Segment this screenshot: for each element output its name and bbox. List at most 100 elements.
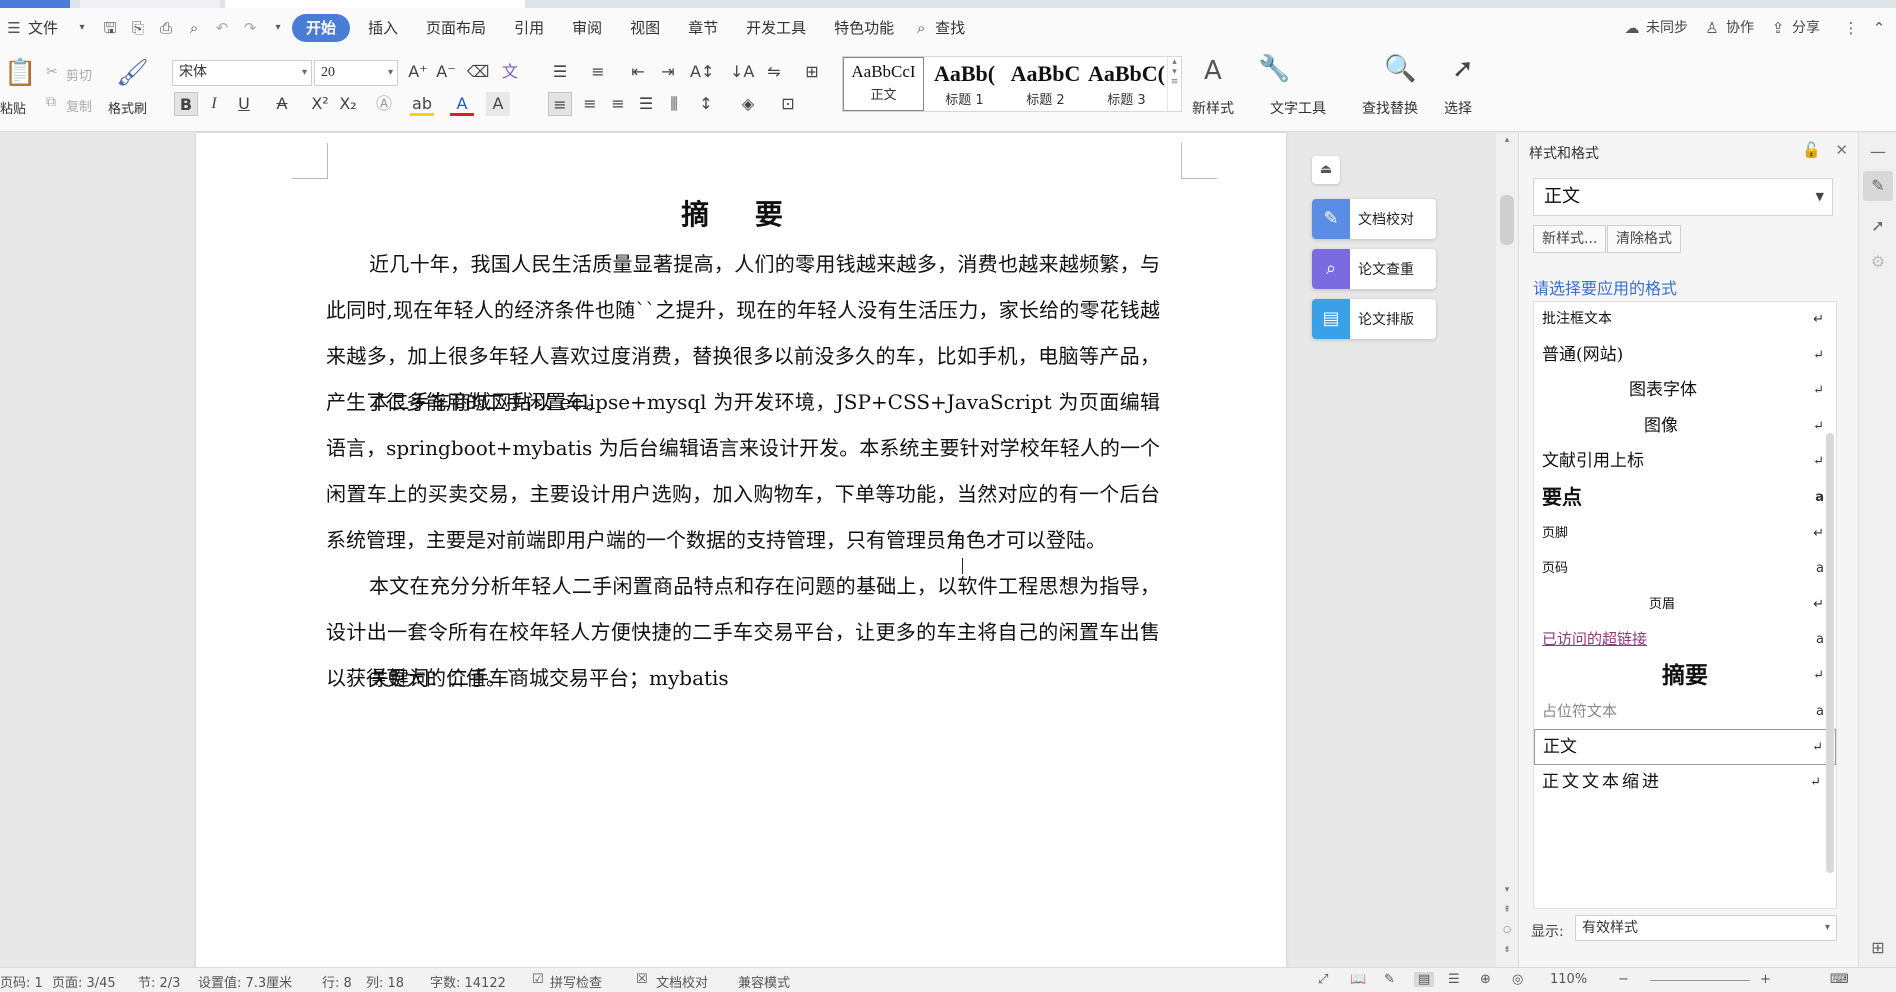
style-item[interactable]: 页脚 ↵ bbox=[1534, 516, 1836, 552]
borders-icon[interactable]: ⊡ bbox=[776, 92, 800, 116]
find-replace-icon[interactable]: 🔍 bbox=[1384, 54, 1416, 84]
lock-icon[interactable]: 🔓 bbox=[1802, 141, 1821, 159]
select-pointer-icon[interactable]: ➚ bbox=[1863, 211, 1893, 241]
page-number-status[interactable]: 页码: 1 bbox=[0, 972, 43, 991]
style-heading-1[interactable]: AaBb( 标题 1 bbox=[924, 57, 1005, 111]
style-item[interactable]: 图像 ↵ bbox=[1534, 409, 1836, 445]
tab-template[interactable] bbox=[80, 0, 220, 8]
print-preview-icon[interactable]: ⌕ bbox=[185, 19, 203, 37]
more-options-icon[interactable]: ⋮ bbox=[1842, 19, 1860, 37]
style-heading-3[interactable]: AaBbC( 标题 3 bbox=[1086, 57, 1167, 111]
justify-icon[interactable]: ☰ bbox=[634, 92, 658, 116]
export-pdf-icon[interactable]: ⎘ bbox=[129, 19, 147, 37]
tab-insert[interactable]: 插入 bbox=[358, 14, 408, 42]
abstract-paragraph-2[interactable]: 本二手车商城网站以 eclipse+mysql 为开发环境，JSP+CSS+Ja… bbox=[326, 379, 1160, 563]
customize-quick-access-icon[interactable]: ▾ bbox=[269, 19, 287, 37]
page-status[interactable]: 页面: 3/45 bbox=[52, 972, 116, 991]
next-page-icon[interactable]: ⇟ bbox=[1496, 945, 1518, 955]
sort-icon[interactable]: ↓A bbox=[730, 60, 754, 84]
show-filter-select[interactable]: 有效样式 ▾ bbox=[1575, 915, 1837, 941]
font-size-select[interactable]: 20 ▾ bbox=[314, 60, 398, 86]
style-item[interactable]: 占位符文本 a bbox=[1534, 694, 1836, 730]
tab-developer[interactable]: 开发工具 bbox=[736, 14, 816, 42]
tab-view[interactable]: 视图 bbox=[620, 14, 670, 42]
outline-view-icon[interactable]: ☰ bbox=[1448, 972, 1460, 987]
redo-icon[interactable]: ↷ bbox=[241, 19, 259, 37]
style-heading-2[interactable]: AaBbC 标题 2 bbox=[1005, 57, 1086, 111]
char-shading-icon[interactable]: A bbox=[486, 92, 510, 116]
tab-review[interactable]: 审阅 bbox=[562, 14, 612, 42]
line-spacing-icon[interactable]: ↕ bbox=[694, 92, 718, 116]
increase-indent-icon[interactable]: ⇥ bbox=[656, 60, 680, 84]
new-style-panel-button[interactable]: 新样式... bbox=[1533, 225, 1607, 253]
align-left-icon[interactable]: ≡ bbox=[548, 92, 572, 116]
close-icon[interactable]: ✕ bbox=[1835, 141, 1848, 159]
align-center-icon[interactable]: ≡ bbox=[578, 92, 602, 116]
copy-button[interactable]: 复制 bbox=[66, 96, 92, 115]
bullet-list-icon[interactable]: ☰ bbox=[548, 60, 572, 84]
font-name-select[interactable]: 宋体 ▾ bbox=[172, 60, 312, 86]
fullscreen-icon[interactable]: ⤢ bbox=[1318, 972, 1328, 987]
scissors-icon[interactable]: ✂ bbox=[46, 64, 58, 80]
tab-home[interactable] bbox=[0, 0, 70, 8]
style-item[interactable]: 普通(网站) ↵ bbox=[1534, 338, 1836, 374]
superscript-icon[interactable]: X² bbox=[308, 92, 332, 116]
tab-chapter[interactable]: 章节 bbox=[678, 14, 728, 42]
highlight-icon[interactable]: ab bbox=[410, 92, 434, 116]
copy-icon[interactable]: ⧉ bbox=[46, 94, 56, 110]
hamburger-menu-icon[interactable]: ☰ bbox=[5, 19, 23, 37]
text-direction-icon[interactable]: A↕ bbox=[690, 60, 714, 84]
paste-icon[interactable]: 📋 bbox=[4, 58, 36, 88]
format-painter-button[interactable]: 格式刷 bbox=[108, 98, 147, 117]
keywords-paragraph[interactable]: 关键词：二手车商城交易平台；mybatis bbox=[326, 655, 1160, 701]
read-mode-icon[interactable]: 📖 bbox=[1350, 972, 1366, 987]
grow-font-icon[interactable]: A⁺ bbox=[406, 60, 430, 84]
keyboard-layout-icon[interactable]: ⌨ bbox=[1830, 972, 1849, 987]
setting-value-status[interactable]: 设置值: 7.3厘米 bbox=[198, 972, 292, 991]
gallery-scroll[interactable]: ▴ ▾ ≡ bbox=[1167, 57, 1181, 111]
strikethrough-icon[interactable]: A bbox=[270, 92, 294, 116]
file-menu[interactable]: 文件 bbox=[28, 14, 68, 42]
eye-protection-icon[interactable]: ◎ bbox=[1512, 972, 1523, 987]
text-tools-button[interactable]: 文字工具 bbox=[1270, 98, 1326, 118]
style-item[interactable]: 图表字体 ↵ bbox=[1534, 373, 1836, 409]
table-icon[interactable]: ⊞ bbox=[800, 60, 824, 84]
subscript-icon[interactable]: X₂ bbox=[336, 92, 360, 116]
search-icon[interactable]: ⌕ bbox=[912, 19, 930, 37]
collapse-ribbon-icon[interactable]: ⌃ bbox=[1870, 19, 1888, 37]
panel-title[interactable]: 样式和格式 bbox=[1529, 143, 1599, 163]
plagiarism-check-button[interactable]: ⌕ 论文查重 bbox=[1312, 249, 1436, 289]
zoom-in-icon[interactable]: + bbox=[1760, 972, 1771, 987]
save-icon[interactable]: 🖫 bbox=[101, 19, 119, 37]
word-count-status[interactable]: 字数: 14122 bbox=[430, 972, 506, 991]
style-normal[interactable]: AaBbCcI 正文 bbox=[843, 57, 924, 111]
tab-document[interactable] bbox=[225, 0, 525, 8]
write-mode-icon[interactable]: ✎ bbox=[1384, 972, 1395, 987]
select-cursor-icon[interactable]: ➚ bbox=[1452, 54, 1474, 84]
shrink-font-icon[interactable]: A⁻ bbox=[434, 60, 458, 84]
style-item[interactable]: 要点 a bbox=[1534, 480, 1836, 516]
scroll-up-icon[interactable]: ▴ bbox=[1496, 135, 1518, 145]
spellcheck-status[interactable]: 拼写检查 bbox=[550, 972, 602, 991]
doc-proof-status[interactable]: 文档校对 bbox=[656, 972, 708, 991]
distributed-align-icon[interactable]: ⫼ bbox=[662, 92, 686, 116]
clear-format-button[interactable]: 清除格式 bbox=[1607, 225, 1681, 253]
numbered-list-icon[interactable]: ≡ bbox=[586, 60, 610, 84]
collapse-panel-icon[interactable]: ⏏ bbox=[1312, 156, 1340, 184]
style-list-scrollbar[interactable] bbox=[1826, 433, 1834, 873]
underline-icon[interactable]: U bbox=[232, 92, 256, 116]
scroll-down-icon[interactable]: ▾ bbox=[1496, 885, 1518, 895]
browse-object-icon[interactable]: ○ bbox=[1496, 925, 1518, 935]
bold-icon[interactable]: B bbox=[174, 92, 198, 116]
tab-special-features[interactable]: 特色功能 bbox=[824, 14, 904, 42]
collaborate-button[interactable]: 协作 bbox=[1726, 14, 1764, 42]
document-page[interactable]: 摘 要 近几十年，我国人民生活质量显著提高，人们的零用钱越来越多，消费也越来越频… bbox=[196, 133, 1286, 967]
font-color-icon[interactable]: A bbox=[450, 92, 474, 116]
search-command[interactable]: 查找 bbox=[935, 14, 975, 42]
share-button[interactable]: 分享 bbox=[1792, 14, 1830, 42]
document-title[interactable]: 摘 要 bbox=[196, 193, 1286, 233]
checkbox-icon[interactable]: ☒ bbox=[636, 972, 648, 987]
checkbox-icon[interactable]: ☑ bbox=[532, 972, 544, 987]
clear-formatting-icon[interactable]: ⌫ bbox=[466, 60, 490, 84]
document-scrollbar[interactable]: ▴ ▾ ⇞ ○ ⇟ bbox=[1496, 133, 1518, 967]
